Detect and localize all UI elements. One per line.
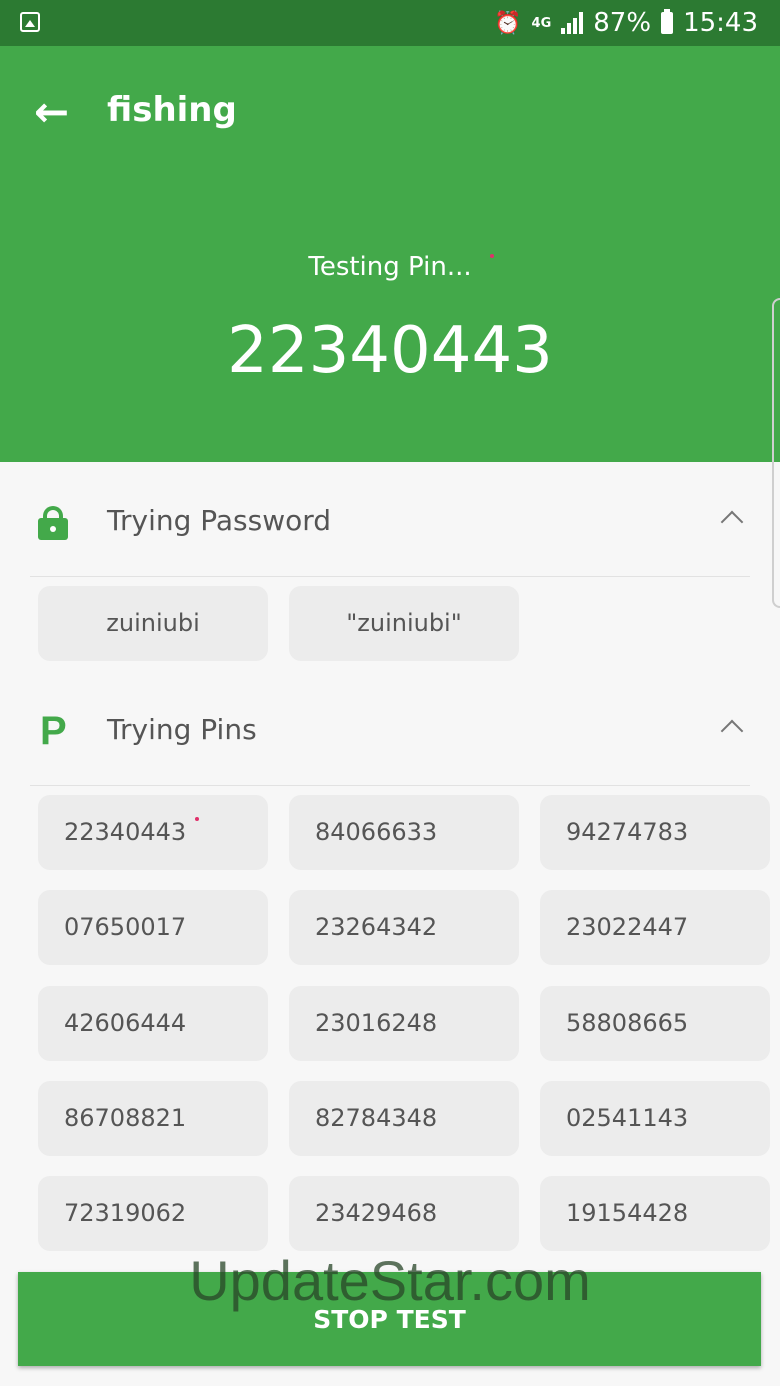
- password-chip: zuiniubi: [38, 586, 268, 661]
- network-type: 4G: [531, 15, 552, 31]
- pin-chip: 58808665: [540, 985, 770, 1061]
- password-chip: "zuiniubi": [289, 586, 519, 661]
- pin-chip: 02541143: [540, 1080, 770, 1156]
- password-section-title: Trying Password: [107, 504, 332, 537]
- clock: 15:43: [683, 8, 758, 38]
- pin-chip: 23016248: [289, 985, 519, 1061]
- pin-chip: 72319062: [38, 1176, 268, 1252]
- pin-chip: 86708821: [38, 1080, 268, 1156]
- stop-test-button[interactable]: STOP TEST: [18, 1272, 761, 1366]
- current-pin: 22340443: [227, 314, 553, 388]
- battery-percent: 87%: [593, 8, 652, 38]
- status-icons: ⏰ 4G 87% 15:43: [494, 6, 758, 40]
- password-section-header[interactable]: Trying Password: [30, 466, 750, 577]
- chevron-up-icon[interactable]: [720, 719, 744, 743]
- edge-panel-handle[interactable]: [772, 298, 780, 608]
- pin-chip: 23264342: [289, 890, 519, 966]
- pin-p-icon: P: [40, 709, 67, 753]
- back-arrow-icon[interactable]: ←: [34, 91, 74, 133]
- pin-chip: 42606444: [38, 985, 268, 1061]
- decor-dot: [195, 817, 199, 821]
- testing-label: Testing Pin...: [308, 252, 472, 282]
- pins-section-title: Trying Pins: [107, 713, 257, 746]
- pin-chip: 07650017: [38, 890, 268, 966]
- pin-chip: 23429468: [289, 1176, 519, 1252]
- battery-icon: [661, 9, 674, 34]
- pin-chip: 23022447: [540, 890, 770, 966]
- chevron-up-icon[interactable]: [720, 510, 744, 534]
- alarm-icon: ⏰: [494, 10, 522, 36]
- pin-chip: 19154428: [540, 1176, 770, 1252]
- signal-icon: [561, 12, 584, 34]
- decor-dot: [490, 254, 494, 258]
- pins-section-header[interactable]: P Trying Pins: [30, 675, 750, 786]
- pin-chip: 94274783: [540, 795, 770, 870]
- pin-chip: 84066633: [289, 795, 519, 870]
- app-header: ← fishing Testing Pin... 22340443: [0, 46, 780, 462]
- pin-chip: 22340443: [38, 795, 268, 870]
- page-title: fishing: [107, 90, 237, 130]
- gallery-icon: [20, 12, 40, 32]
- status-bar: ⏰ 4G 87% 15:43: [0, 0, 780, 46]
- pin-chip: 82784348: [289, 1080, 519, 1156]
